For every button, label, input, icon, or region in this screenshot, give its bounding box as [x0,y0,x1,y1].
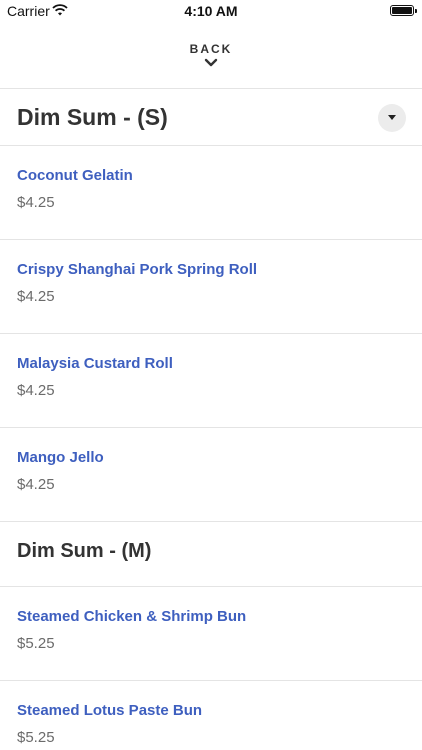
menu-item[interactable]: Coconut Gelatin $4.25 [0,146,422,240]
menu-item[interactable]: Crispy Shanghai Pork Spring Roll $4.25 [0,240,422,334]
item-name: Malaysia Custard Roll [17,355,173,372]
item-price: $5.25 [17,635,55,652]
section-header: Dim Sum - (M) [0,522,422,587]
section-dropdown-button[interactable] [378,104,406,132]
section-title: Dim Sum - (M) [17,540,152,562]
item-name: Crispy Shanghai Pork Spring Roll [17,261,258,278]
status-bar: Carrier 4:10 AM [0,0,422,24]
battery-level [392,7,412,14]
menu-item[interactable]: Steamed Lotus Paste Bun $5.25 [0,681,422,750]
back-label: BACK [189,42,233,56]
chevron-down-icon [204,58,218,67]
section-title: Dim Sum - (S) [17,104,168,130]
item-name: Steamed Lotus Paste Bun [17,702,203,719]
item-price: $4.25 [17,288,55,305]
menu-item[interactable]: Steamed Chicken & Shrimp Bun $5.25 [0,587,422,681]
section-header: Dim Sum - (S) [0,89,422,146]
menu-item[interactable]: Mango Jello $4.25 [0,428,422,522]
caret-down-icon [388,115,396,120]
back-button[interactable]: BACK [0,42,422,78]
menu-list: Dim Sum - (S) Coconut Gelatin $4.25 Cris… [0,89,422,750]
item-price: $4.25 [17,382,55,399]
item-name: Coconut Gelatin [17,167,133,184]
menu-item[interactable]: Malaysia Custard Roll $4.25 [0,334,422,428]
item-price: $4.25 [17,476,55,493]
battery-icon [390,5,417,16]
item-name: Mango Jello [17,449,104,466]
item-name: Steamed Chicken & Shrimp Bun [17,608,247,625]
clock: 4:10 AM [184,3,238,19]
item-price: $4.25 [17,194,55,211]
item-price: $5.25 [17,729,55,746]
